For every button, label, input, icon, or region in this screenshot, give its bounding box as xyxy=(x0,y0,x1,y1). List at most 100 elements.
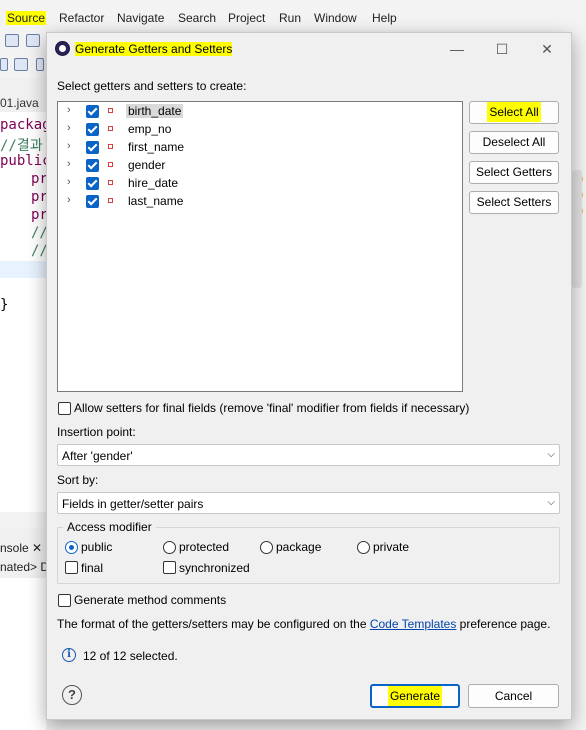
document-icon[interactable] xyxy=(14,58,28,71)
select-fields-label: Select getters and setters to create: xyxy=(57,79,247,93)
field-name: first_name xyxy=(128,140,185,154)
menu-run[interactable]: Run xyxy=(279,11,301,25)
current-line-highlight xyxy=(0,261,46,278)
menu-refactor[interactable]: Refactor xyxy=(59,11,104,25)
protected-label: protected xyxy=(179,540,230,554)
protected-radio[interactable] xyxy=(163,541,176,554)
generate-comments-checkbox[interactable] xyxy=(58,594,71,607)
select-all-button[interactable]: Select All xyxy=(469,101,559,124)
chevron-down-icon: ⌵ xyxy=(547,449,555,460)
toolbar xyxy=(0,30,46,78)
window-icon[interactable] xyxy=(26,34,40,47)
field-icon xyxy=(108,162,113,167)
info-icon: i xyxy=(62,648,76,662)
console-tab[interactable]: nsole ✕ xyxy=(0,541,42,555)
select-setters-button[interactable]: Select Setters xyxy=(469,191,559,214)
field-checkbox[interactable] xyxy=(86,123,99,136)
fields-tree[interactable]: › birth_date › emp_no › first_name › gen… xyxy=(57,101,463,392)
field-checkbox[interactable] xyxy=(86,177,99,190)
menu-search[interactable]: Search xyxy=(178,11,216,25)
dialog-titlebar[interactable]: Generate Getters and Setters — ☐ ✕ xyxy=(47,33,571,65)
close-button[interactable]: ✕ xyxy=(532,39,562,59)
tree-row[interactable]: › emp_no xyxy=(58,120,462,138)
field-icon xyxy=(108,144,113,149)
menu-navigate[interactable]: Navigate xyxy=(117,11,164,25)
menu-project[interactable]: Project xyxy=(228,11,265,25)
close-icon[interactable]: ✕ xyxy=(32,541,42,555)
generate-comments-label: Generate method comments xyxy=(74,593,227,607)
editor-tab[interactable]: 01.java xyxy=(0,96,39,110)
field-icon xyxy=(108,108,113,113)
private-radio[interactable] xyxy=(357,541,370,554)
chevron-right-icon[interactable]: › xyxy=(67,159,71,170)
tree-row[interactable]: › first_name xyxy=(58,138,462,156)
field-checkbox[interactable] xyxy=(86,195,99,208)
code-line: //결과 xyxy=(0,138,43,154)
horizontal-scrollbar[interactable] xyxy=(0,512,46,528)
chevron-down-icon: ⌵ xyxy=(547,497,555,508)
console-view[interactable] xyxy=(0,578,46,730)
menu-bar: Source Refactor Navigate Search Project … xyxy=(0,0,586,30)
menu-source[interactable]: Source xyxy=(6,11,47,25)
chevron-right-icon[interactable]: › xyxy=(67,105,71,116)
generate-button[interactable]: Generate xyxy=(370,684,460,708)
sort-by-value: Fields in getter/setter pairs xyxy=(62,497,204,511)
vertical-scrollbar[interactable] xyxy=(572,170,582,288)
code-line: } xyxy=(0,297,9,313)
code-templates-link[interactable]: Code Templates xyxy=(370,617,457,631)
package-radio[interactable] xyxy=(260,541,273,554)
copy-icon[interactable] xyxy=(5,34,19,47)
help-icon[interactable]: ? xyxy=(62,685,82,705)
allow-final-setters-checkbox[interactable] xyxy=(58,402,71,415)
insertion-point-value: After 'gender' xyxy=(62,449,133,463)
maximize-button[interactable]: ☐ xyxy=(487,39,517,59)
code-line: public xyxy=(0,153,51,169)
access-modifier-title: Access modifier xyxy=(63,520,156,534)
tree-row[interactable]: › birth_date xyxy=(58,102,462,120)
field-name: emp_no xyxy=(128,122,172,136)
field-name: hire_date xyxy=(128,176,179,190)
public-radio[interactable] xyxy=(65,541,78,554)
allow-final-setters-label: Allow setters for final fields (remove '… xyxy=(74,401,470,415)
field-checkbox[interactable] xyxy=(86,105,99,118)
templates-note: The format of the getters/setters may be… xyxy=(57,617,551,631)
insertion-point-select[interactable]: After 'gender' ⌵ xyxy=(57,444,560,466)
menu-window[interactable]: Window xyxy=(314,11,357,25)
public-label: public xyxy=(81,540,113,554)
minimize-button[interactable]: — xyxy=(442,39,472,59)
paragraph-icon[interactable] xyxy=(36,58,44,71)
deselect-all-button[interactable]: Deselect All xyxy=(469,131,559,154)
eclipse-icon xyxy=(55,41,70,56)
dialog-title: Generate Getters and Setters xyxy=(75,42,233,56)
synchronized-label: synchronized xyxy=(179,561,250,575)
private-label: private xyxy=(373,540,410,554)
field-icon xyxy=(108,198,113,203)
field-icon xyxy=(108,126,113,131)
select-getters-button[interactable]: Select Getters xyxy=(469,161,559,184)
chevron-right-icon[interactable]: › xyxy=(67,195,71,206)
chevron-right-icon[interactable]: › xyxy=(67,123,71,134)
sort-by-select[interactable]: Fields in getter/setter pairs ⌵ xyxy=(57,492,560,514)
tree-row[interactable]: › gender xyxy=(58,156,462,174)
field-checkbox[interactable] xyxy=(86,141,99,154)
selection-status: 12 of 12 selected. xyxy=(83,649,178,663)
synchronized-checkbox[interactable] xyxy=(163,561,176,574)
code-line: packag xyxy=(0,117,51,133)
chevron-right-icon[interactable]: › xyxy=(67,177,71,188)
final-label: final xyxy=(81,561,104,575)
pin-icon[interactable] xyxy=(0,58,8,71)
generate-getters-setters-dialog: Generate Getters and Setters — ☐ ✕ Selec… xyxy=(46,32,572,720)
field-icon xyxy=(108,180,113,185)
tree-row[interactable]: › last_name xyxy=(58,192,462,210)
field-checkbox[interactable] xyxy=(86,159,99,172)
insertion-point-label: Insertion point: xyxy=(57,425,136,439)
field-name: gender xyxy=(128,158,166,172)
cancel-button[interactable]: Cancel xyxy=(468,684,559,708)
console-process-label: nated> D xyxy=(0,560,50,574)
final-checkbox[interactable] xyxy=(65,561,78,574)
package-label: package xyxy=(276,540,322,554)
access-modifier-group xyxy=(57,527,560,584)
menu-help[interactable]: Help xyxy=(372,11,397,25)
chevron-right-icon[interactable]: › xyxy=(67,141,71,152)
tree-row[interactable]: › hire_date xyxy=(58,174,462,192)
